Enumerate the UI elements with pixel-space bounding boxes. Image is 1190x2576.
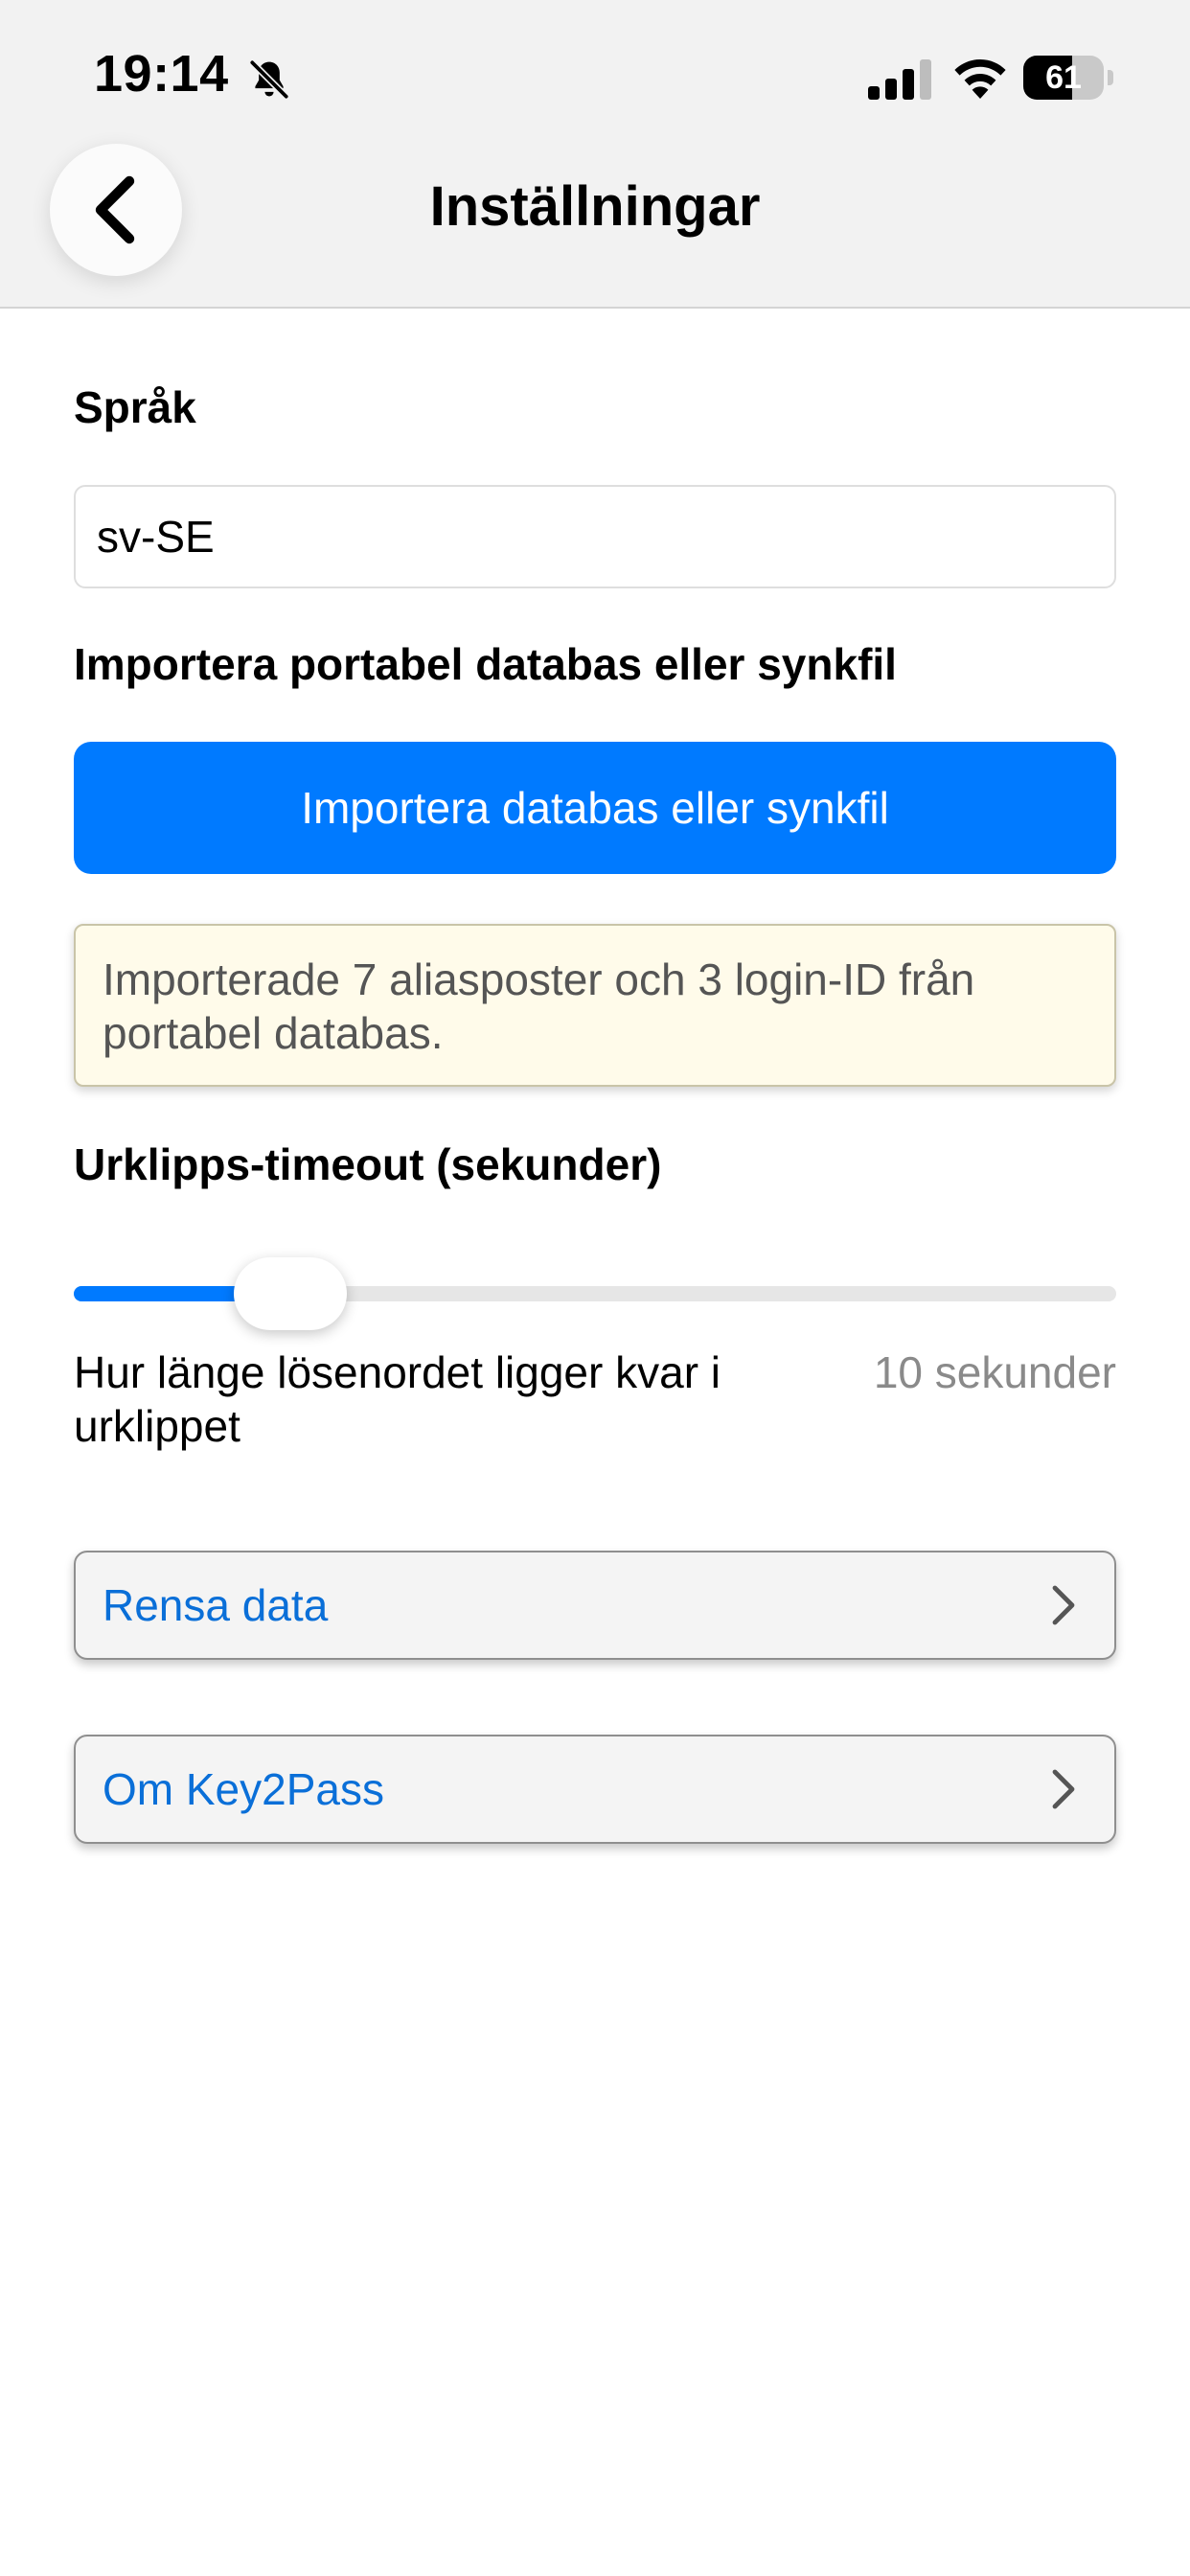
language-input[interactable] xyxy=(74,485,1116,588)
clear-data-row[interactable]: Rensa data xyxy=(74,1551,1116,1660)
wifi-icon xyxy=(954,59,1006,99)
about-key2pass-label: Om Key2Pass xyxy=(103,1764,384,1814)
clipboard-timeout-label: Urklipps-timeout (sekunder) xyxy=(74,1139,662,1189)
language-label: Språk xyxy=(74,382,196,432)
clipboard-timeout-description: Hur länge lösenordet ligger kvar i urkli… xyxy=(74,1347,721,1451)
clipboard-timeout-slider[interactable] xyxy=(74,1286,1116,1301)
chevron-right-icon xyxy=(1052,1585,1075,1625)
chevron-right-icon xyxy=(1052,1769,1075,1809)
slider-thumb[interactable] xyxy=(233,1257,347,1330)
import-status-notice: Importerade 7 aliasposter och 3 login-ID… xyxy=(74,924,1116,1087)
clear-data-label: Rensa data xyxy=(103,1580,329,1630)
import-database-button[interactable]: Importera databas eller synkfil xyxy=(74,742,1116,874)
battery-level: 61 xyxy=(1045,59,1082,96)
bell-slash-icon xyxy=(249,59,289,100)
import-label: Importera portabel databas eller synkfil xyxy=(74,639,897,689)
clipboard-timeout-value: 10 sekunder xyxy=(873,1347,1116,1397)
page-title: Inställningar xyxy=(429,175,761,238)
battery-icon: 61 xyxy=(1023,56,1113,100)
cellular-signal-icon xyxy=(868,59,931,100)
about-key2pass-row[interactable]: Om Key2Pass xyxy=(74,1735,1116,1844)
status-time: 19:14 xyxy=(94,45,229,103)
navigation-header: 19:14 61 Inställningar xyxy=(0,0,1190,309)
